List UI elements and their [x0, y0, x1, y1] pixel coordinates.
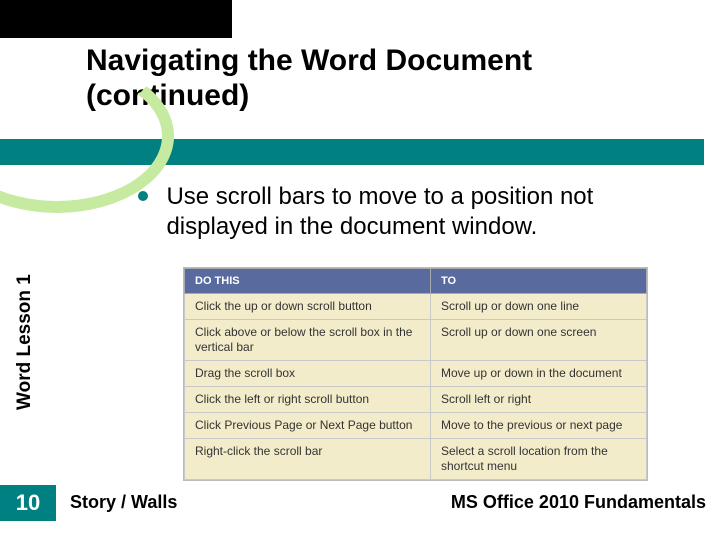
table-row: Click the up or down scroll buttonScroll…	[185, 294, 647, 320]
cell: Drag the scroll box	[185, 361, 431, 387]
cell: Click above or below the scroll box in t…	[185, 320, 431, 361]
footer-left: Story / Walls	[70, 492, 177, 513]
page-number-box: 10	[0, 485, 56, 521]
cell: Move to the previous or next page	[431, 413, 647, 439]
bullet-icon	[138, 191, 148, 201]
cell: Select a scroll location from the shortc…	[431, 439, 647, 480]
scroll-actions-table: DO THIS TO Click the up or down scroll b…	[184, 268, 647, 480]
cell: Scroll up or down one line	[431, 294, 647, 320]
top-black-bar	[0, 0, 232, 38]
cell: Move up or down in the document	[431, 361, 647, 387]
cell: Scroll left or right	[431, 387, 647, 413]
title-container: Navigating the Word Document (continued)	[86, 44, 686, 113]
table-row: Drag the scroll boxMove up or down in th…	[185, 361, 647, 387]
cell: Right-click the scroll bar	[185, 439, 431, 480]
table-row: Click Previous Page or Next Page buttonM…	[185, 413, 647, 439]
table-row: Click the left or right scroll buttonScr…	[185, 387, 647, 413]
table-row: Click above or below the scroll box in t…	[185, 320, 647, 361]
table-header-do-this: DO THIS	[185, 269, 431, 294]
cell: Click Previous Page or Next Page button	[185, 413, 431, 439]
cell: Click the left or right scroll button	[185, 387, 431, 413]
decorative-band	[0, 139, 704, 165]
footer-right: MS Office 2010 Fundamentals	[451, 492, 706, 513]
bullet-item: Use scroll bars to move to a position no…	[138, 182, 688, 242]
page-title: Navigating the Word Document (continued)	[86, 44, 686, 113]
cell: Click the up or down scroll button	[185, 294, 431, 320]
sidebar-label: Word Lesson 1	[14, 274, 36, 410]
bullet-text: Use scroll bars to move to a position no…	[166, 182, 682, 242]
table-header-to: TO	[431, 269, 647, 294]
cell: Scroll up or down one screen	[431, 320, 647, 361]
table-row: Right-click the scroll barSelect a scrol…	[185, 439, 647, 480]
